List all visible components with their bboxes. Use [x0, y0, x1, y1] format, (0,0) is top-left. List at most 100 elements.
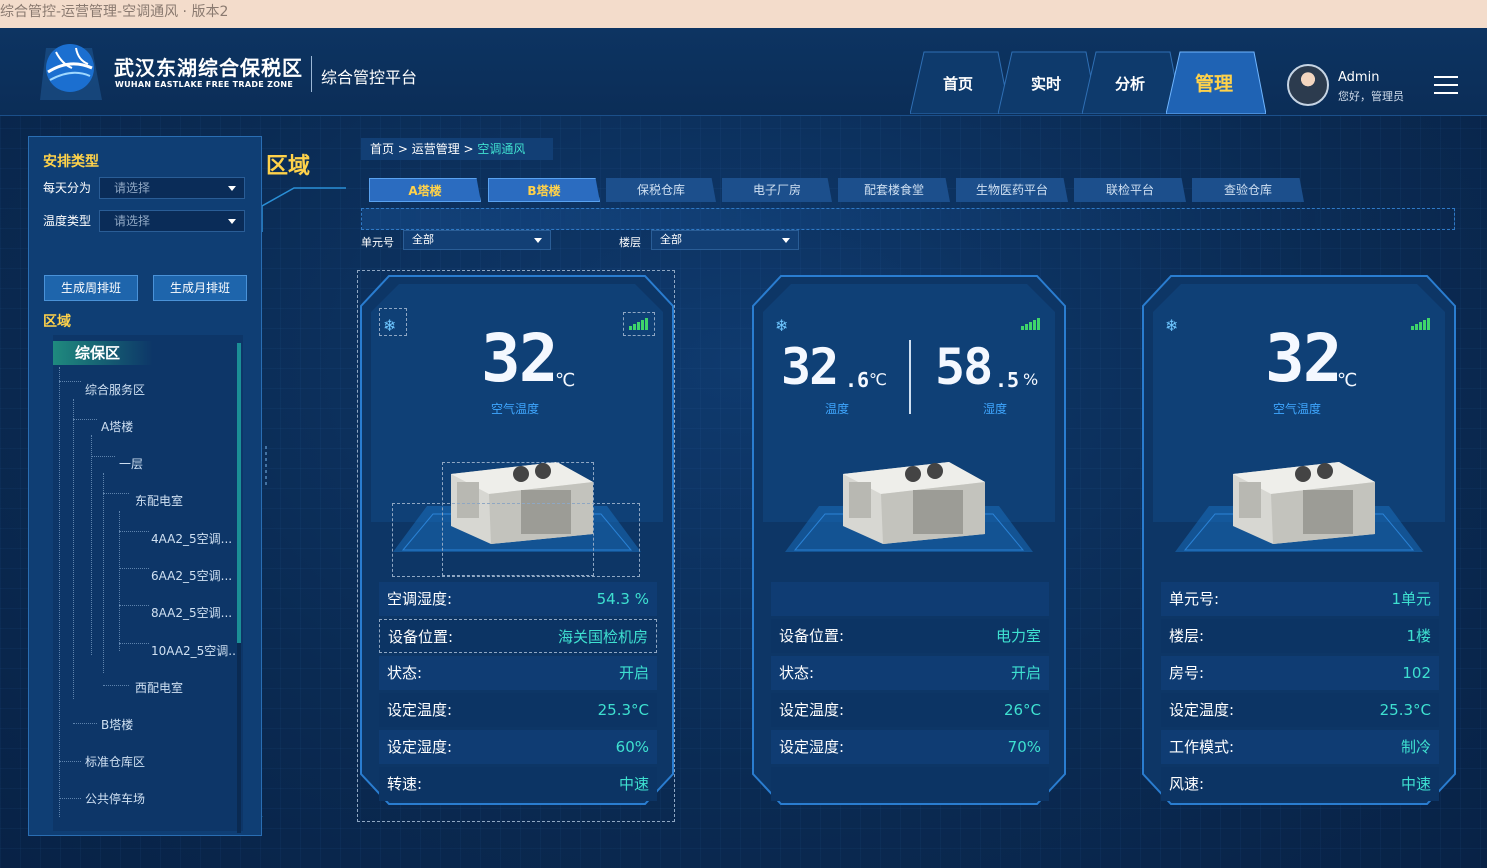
nav-manage[interactable]: 管理: [1166, 50, 1266, 114]
tab-canteen[interactable]: 配套楼食堂: [838, 178, 950, 202]
tree-guide: [91, 456, 115, 457]
nav-analysis[interactable]: 分析: [1082, 50, 1182, 114]
value-divider: [909, 340, 911, 414]
per-day-label: 每天分为: [43, 181, 92, 195]
tab-a-tower[interactable]: A塔楼: [369, 178, 481, 202]
detail-row: 设定温度: 25.3°C: [1161, 693, 1439, 727]
tree-item[interactable]: 标准仓库区: [85, 753, 145, 770]
generate-week-button[interactable]: 生成周排班: [44, 275, 138, 301]
detail-value: 54.3 %: [596, 590, 649, 608]
tree-root[interactable]: 综保区: [53, 341, 153, 365]
unit-filter-value: 全部: [412, 233, 434, 246]
air-temp-value: 32: [481, 320, 558, 397]
tree-item[interactable]: 一层: [119, 455, 143, 472]
tree-item[interactable]: 东配电室: [135, 492, 183, 509]
nav-realtime[interactable]: 实时: [998, 50, 1098, 114]
detail-row: 设备位置: 电力室: [771, 619, 1049, 653]
unit-filter-label: 单元号: [361, 236, 394, 249]
detail-value: 开启: [1010, 664, 1041, 682]
tree-guide: [119, 605, 149, 606]
detail-key: 设定温度:: [779, 701, 845, 719]
temp-type-select[interactable]: 请选择: [99, 210, 245, 232]
hamburger-menu-icon[interactable]: [1434, 76, 1458, 96]
tab-inspection-platform[interactable]: 联检平台: [1074, 178, 1186, 202]
tree-guide: [73, 723, 97, 724]
tree-guide: [59, 761, 81, 762]
detail-key: 设定温度:: [387, 701, 453, 719]
area-title: 区域: [43, 314, 71, 330]
detail-row: 风速: 中速: [1161, 767, 1439, 801]
tree-item[interactable]: 综合服务区: [85, 381, 145, 398]
detail-row: 楼层: 1楼: [1161, 619, 1439, 653]
detail-row: 单元号: 1单元: [1161, 582, 1439, 616]
schedule-title: 安排类型: [43, 154, 99, 170]
detail-row: [771, 767, 1049, 801]
left-panel: 安排类型 每天分为 请选择 温度类型 请选择 生成周排班 生成月排班 区域 综保…: [28, 136, 262, 836]
snowflake-icon: ❄: [1165, 316, 1179, 335]
air-temp-caption: 空气温度: [1273, 402, 1322, 416]
tree-scrollbar-thumb[interactable]: [237, 343, 241, 643]
tree-guide: [119, 568, 149, 569]
humidity-unit: %: [1023, 370, 1039, 389]
temp-unit: ℃: [869, 370, 887, 389]
tree-item[interactable]: 8AA2_5空调...: [151, 604, 232, 621]
ac-card-2[interactable]: ❄ 32 .6 ℃ 温度 58 .5 % 湿度 设备位置: 电力室 状态: 开启 设…: [751, 272, 1067, 808]
unit-filter-select[interactable]: 全部: [403, 230, 551, 250]
tab-biomed[interactable]: 生物医药平台: [956, 178, 1068, 202]
user-greeting: 您好，管理员: [1338, 90, 1404, 103]
detail-row: 设定湿度: 70%: [771, 730, 1049, 764]
tree-item[interactable]: 6AA2_5空调...: [151, 567, 232, 584]
ac-card-1[interactable]: ❄ 32 ℃ 空气温度 空调湿度: 54.3 % 设备位置: 海关国检机房 状态: 开…: [357, 270, 675, 822]
tab-b-tower[interactable]: B塔楼: [488, 178, 600, 202]
platform-title: 综合管控平台: [321, 68, 418, 87]
avatar[interactable]: [1287, 64, 1329, 106]
detail-value: 开启: [618, 664, 649, 682]
detail-row: 状态: 开启: [379, 656, 657, 690]
chevron-down-icon: [228, 219, 236, 224]
tab-inspection-warehouse[interactable]: 查验仓库: [1192, 178, 1304, 202]
detail-key: 设备位置:: [388, 628, 454, 646]
snowflake-icon: ❄: [775, 316, 789, 335]
floor-filter-value: 全部: [660, 233, 682, 246]
ac-card-3[interactable]: ❄ 32 ℃ 空气温度 单元号: 1单元 楼层: 1楼 房号: 102 设定温度: 25…: [1141, 272, 1457, 808]
per-day-select[interactable]: 请选择: [99, 177, 245, 199]
floor-filter-select[interactable]: 全部: [651, 230, 799, 250]
humidity-caption: 湿度: [983, 402, 1008, 416]
ac-unit-image: [1175, 462, 1423, 552]
tree-guide: [119, 531, 149, 532]
tree-item[interactable]: 西配电室: [135, 679, 183, 696]
tabs-underline-bar: [361, 208, 1455, 230]
detail-value: 70%: [1007, 738, 1041, 756]
temp-type-placeholder: 请选择: [114, 214, 151, 228]
detail-value: 制冷: [1400, 738, 1431, 756]
brand-divider: [311, 56, 312, 92]
breadcrumb-home[interactable]: 首页: [370, 142, 394, 156]
breadcrumb-sep: >: [394, 142, 412, 156]
humidity-value: 58: [935, 338, 993, 396]
user-name: Admin: [1338, 70, 1380, 85]
tree-item[interactable]: 10AA2_5空调..: [151, 642, 236, 659]
tree-item[interactable]: B塔楼: [101, 716, 133, 733]
detail-row: 空调湿度: 54.3 %: [379, 582, 657, 616]
header: 武汉东湖综合保税区 WUHAN EASTLAKE FREE TRADE ZONE…: [0, 28, 1487, 116]
tree-item[interactable]: 4AA2_5空调...: [151, 530, 232, 547]
tab-bonded-warehouse[interactable]: 保税仓库: [606, 178, 716, 202]
temp-caption: 温度: [825, 402, 850, 416]
detail-row: 设定湿度: 60%: [379, 730, 657, 764]
signal-icon: [1021, 318, 1041, 330]
tab-electronics-plant[interactable]: 电子厂房: [722, 178, 832, 202]
detail-key: 空调湿度:: [387, 590, 453, 608]
tree-item[interactable]: A塔楼: [101, 418, 133, 435]
humidity-decimal: .5: [995, 368, 1020, 392]
detail-value: 中速: [1400, 775, 1431, 793]
nav-home[interactable]: 首页: [910, 50, 1010, 114]
detail-value: 102: [1402, 664, 1431, 682]
generate-month-button[interactable]: 生成月排班: [153, 275, 247, 301]
detail-row: 状态: 开启: [771, 656, 1049, 690]
breadcrumb: 首页 > 运营管理 > 空调通风: [361, 138, 553, 160]
brand-title: 武汉东湖综合保税区: [114, 56, 303, 80]
detail-value: 海关国检机房: [557, 628, 648, 646]
tree-item[interactable]: 公共停车场: [85, 790, 145, 807]
air-temp-caption: 空气温度: [491, 402, 540, 416]
breadcrumb-ops[interactable]: 运营管理: [412, 142, 460, 156]
